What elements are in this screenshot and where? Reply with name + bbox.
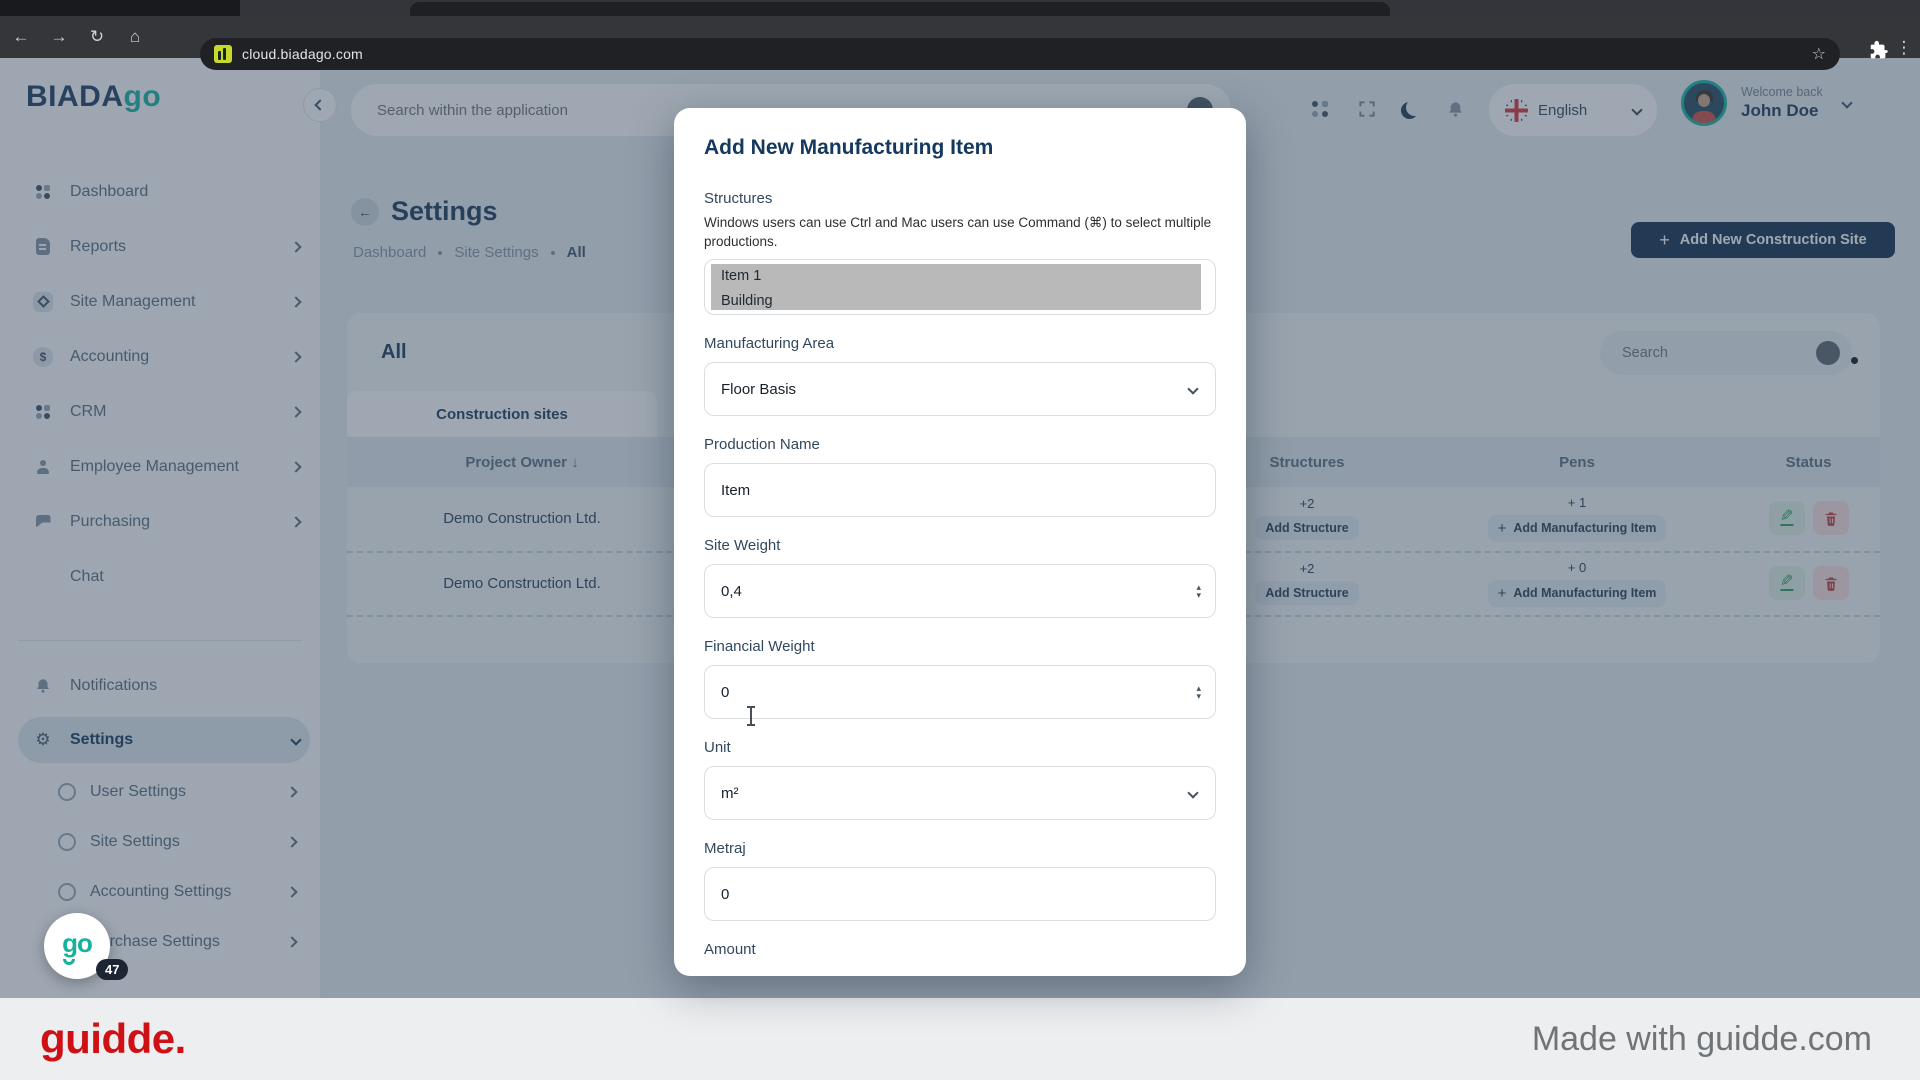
field-label: Financial Weight: [704, 638, 1216, 655]
bookmark-star-icon[interactable]: ☆: [1812, 44, 1826, 64]
back-icon[interactable]: ←: [4, 22, 38, 52]
field-label: Manufacturing Area: [704, 335, 1216, 352]
reload-icon[interactable]: ↻: [80, 22, 114, 52]
amount-label: Amount: [704, 941, 1216, 958]
home-icon[interactable]: ⌂: [118, 22, 152, 52]
address-bar[interactable]: cloud.biadago.com ☆: [200, 38, 1840, 70]
structures-multiselect[interactable]: Item 1 Building: [704, 259, 1216, 315]
field-label: Production Name: [704, 436, 1216, 453]
number-stepper[interactable]: ▴▾: [1196, 583, 1201, 599]
forward-icon[interactable]: →: [42, 22, 76, 52]
field-label: Unit: [704, 739, 1216, 756]
site-favicon: [214, 45, 232, 63]
manufacturing-area-select[interactable]: Floor Basis: [704, 362, 1216, 416]
field-production-name: Production Name: [704, 436, 1216, 517]
browser-menu-icon[interactable]: ⋮: [1894, 38, 1914, 58]
field-unit: Unit m²: [704, 739, 1216, 820]
multiselect-option-building[interactable]: Building: [711, 289, 1201, 314]
production-name-input[interactable]: [721, 482, 1199, 499]
guidde-tagline: Made with guidde.com: [1532, 1020, 1872, 1059]
site-weight-input[interactable]: [721, 583, 1199, 600]
url-text: cloud.biadago.com: [242, 46, 363, 62]
multiselect-option-item1[interactable]: Item 1: [711, 264, 1201, 289]
unit-select[interactable]: m²: [704, 766, 1216, 820]
text-cursor: [750, 708, 752, 724]
field-financial-weight: Financial Weight ▴▾: [704, 638, 1216, 719]
window-controls-area: [0, 0, 240, 16]
browser-toolbar: ← → ↻ ⌂ cloud.biadago.com ☆ ⋮: [0, 16, 1920, 58]
browser-active-tab[interactable]: [410, 2, 1390, 16]
chevron-down-icon: [1187, 383, 1198, 394]
number-stepper[interactable]: ▴▾: [1196, 684, 1201, 700]
guidde-bubble-logo: go: [62, 928, 92, 959]
field-site-weight: Site Weight ▴▾: [704, 537, 1216, 618]
extensions-icon[interactable]: [1868, 40, 1890, 62]
field-label: Metraj: [704, 840, 1216, 857]
guidde-widget-bubble[interactable]: go 47: [44, 913, 110, 979]
field-label: Site Weight: [704, 537, 1216, 554]
browser-chrome: ← → ↻ ⌂ cloud.biadago.com ☆ ⋮: [0, 0, 1920, 58]
structures-label: Structures: [704, 190, 1216, 207]
structures-help-text: Windows users can use Ctrl and Mac users…: [704, 213, 1216, 251]
add-manufacturing-item-modal: Add New Manufacturing Item Structures Wi…: [674, 108, 1246, 976]
financial-weight-input[interactable]: [721, 684, 1199, 701]
guidde-smile-icon: [63, 959, 75, 965]
select-value: Floor Basis: [721, 381, 796, 398]
guidde-footer: guidde. Made with guidde.com: [0, 998, 1920, 1080]
chevron-down-icon: [1187, 787, 1198, 798]
field-manufacturing-area: Manufacturing Area Floor Basis: [704, 335, 1216, 416]
field-metraj: Metraj: [704, 840, 1216, 921]
guidde-step-badge: 47: [96, 959, 128, 980]
browser-tab-strip: [0, 0, 1920, 16]
guidde-logo: guidde.: [40, 1015, 186, 1063]
metraj-input[interactable]: [721, 886, 1199, 903]
modal-title: Add New Manufacturing Item: [704, 136, 1216, 160]
select-value: m²: [721, 785, 739, 802]
